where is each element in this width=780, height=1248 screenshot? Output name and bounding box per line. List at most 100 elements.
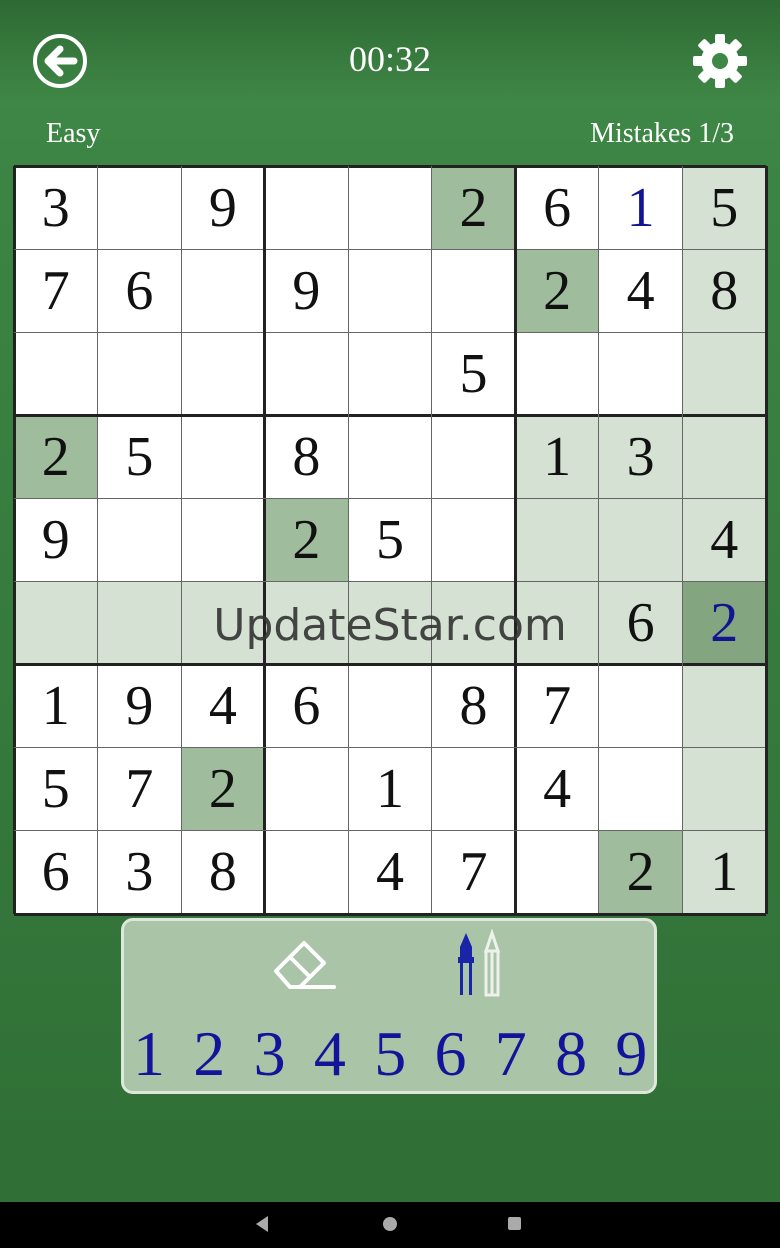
number-button-7[interactable]: 7 [481, 1017, 541, 1091]
cell-r8-c1[interactable]: 5 [14, 748, 98, 831]
cell-r7-c7[interactable]: 7 [515, 665, 599, 748]
cell-r2-c4[interactable]: 9 [265, 249, 349, 332]
mistakes-counter: Mistakes 1/3 [590, 118, 734, 149]
number-button-6[interactable]: 6 [421, 1017, 481, 1091]
cell-r3-c5[interactable] [348, 332, 432, 415]
cell-r9-c1[interactable]: 6 [14, 831, 98, 914]
cell-r9-c7[interactable] [515, 831, 599, 914]
grid-line-vertical [347, 166, 349, 914]
nav-recents-icon[interactable] [508, 1217, 521, 1230]
cell-r9-c4[interactable] [265, 831, 349, 914]
cell-r1-c6[interactable]: 2 [431, 166, 516, 250]
cell-r4-c4[interactable]: 8 [265, 415, 349, 498]
cell-r4-c9[interactable] [682, 415, 766, 499]
cell-r6-c5[interactable] [348, 581, 432, 665]
cell-r2-c5[interactable] [348, 249, 432, 332]
pen-mode-button[interactable] [452, 928, 512, 999]
cell-r8-c2[interactable]: 7 [98, 748, 182, 831]
cell-r5-c1[interactable]: 9 [14, 498, 98, 581]
cell-r6-c3[interactable] [181, 581, 265, 665]
cell-r5-c2[interactable] [98, 498, 182, 581]
cell-r5-c4[interactable]: 2 [264, 498, 349, 582]
cell-r6-c8[interactable]: 6 [598, 581, 683, 665]
cell-r1-c1[interactable]: 3 [14, 166, 98, 249]
cell-r1-c7[interactable]: 6 [515, 166, 599, 249]
cell-r9-c8[interactable]: 2 [598, 830, 683, 914]
cell-r3-c8[interactable] [599, 332, 683, 415]
cell-r4-c2[interactable]: 5 [98, 415, 182, 498]
cell-r6-c4[interactable] [264, 581, 349, 665]
cell-r1-c9[interactable]: 5 [682, 166, 766, 250]
cell-r8-c3[interactable]: 2 [181, 747, 265, 831]
cell-r8-c7[interactable]: 4 [515, 748, 599, 831]
cell-r3-c2[interactable] [98, 332, 182, 415]
cell-r4-c3[interactable] [181, 415, 265, 498]
cell-r2-c2[interactable]: 6 [98, 249, 182, 332]
cell-r9-c3[interactable]: 8 [181, 831, 265, 914]
cell-r2-c6[interactable] [432, 249, 516, 332]
cell-r1-c3[interactable]: 9 [181, 166, 265, 249]
number-button-5[interactable]: 5 [360, 1017, 420, 1091]
cell-r4-c5[interactable] [348, 415, 432, 498]
nav-home-icon[interactable] [383, 1217, 397, 1231]
cell-r5-c6[interactable] [432, 498, 516, 581]
cell-r2-c9[interactable]: 8 [682, 249, 766, 333]
cell-r9-c5[interactable]: 4 [348, 831, 432, 914]
cell-r6-c9[interactable]: 2 [682, 581, 766, 665]
cell-r9-c9[interactable]: 1 [682, 830, 766, 914]
cell-r1-c5[interactable] [348, 166, 432, 249]
cell-r6-c2[interactable] [97, 581, 182, 665]
cell-r5-c8[interactable] [598, 498, 683, 582]
cell-r1-c8[interactable]: 1 [599, 166, 683, 249]
cell-r7-c9[interactable] [682, 664, 766, 748]
cell-r5-c5[interactable]: 5 [348, 498, 432, 581]
cell-r2-c1[interactable]: 7 [14, 249, 98, 332]
cell-r4-c1[interactable]: 2 [14, 415, 98, 499]
cell-r4-c6[interactable] [432, 415, 516, 498]
grid-line-horizontal [14, 497, 766, 499]
cell-r2-c8[interactable]: 4 [599, 249, 683, 332]
cell-r7-c1[interactable]: 1 [14, 665, 98, 748]
cell-r3-c3[interactable] [181, 332, 265, 415]
cell-r7-c3[interactable]: 4 [181, 665, 265, 748]
cell-r3-c4[interactable] [265, 332, 349, 415]
cell-r3-c6[interactable]: 5 [432, 332, 516, 415]
number-button-2[interactable]: 2 [179, 1017, 239, 1091]
cell-r9-c2[interactable]: 3 [98, 831, 182, 914]
cell-r5-c7[interactable] [515, 498, 599, 582]
number-button-8[interactable]: 8 [541, 1017, 601, 1091]
cell-r8-c6[interactable] [432, 748, 516, 831]
cell-r8-c5[interactable]: 1 [348, 748, 432, 831]
cell-r1-c4[interactable] [265, 166, 349, 249]
eraser-button[interactable] [270, 931, 340, 995]
cell-r5-c9[interactable]: 4 [682, 498, 766, 582]
cell-r4-c7[interactable]: 1 [515, 415, 599, 499]
cell-r6-c6[interactable] [431, 581, 516, 665]
cell-r6-c7[interactable] [515, 581, 599, 665]
cell-r7-c5[interactable] [348, 665, 432, 748]
cell-r3-c9[interactable] [682, 332, 766, 416]
cell-r1-c2[interactable] [98, 166, 182, 249]
number-button-4[interactable]: 4 [300, 1017, 360, 1091]
cell-r3-c7[interactable] [515, 332, 599, 415]
cell-r8-c9[interactable] [682, 747, 766, 831]
number-button-3[interactable]: 3 [240, 1017, 300, 1091]
cell-r9-c6[interactable]: 7 [432, 831, 516, 914]
nav-back-icon[interactable] [256, 1216, 268, 1232]
cell-r2-c3[interactable] [181, 249, 265, 332]
number-button-9[interactable]: 9 [601, 1017, 661, 1091]
cell-r5-c3[interactable] [181, 498, 265, 581]
top-bar: 00:32 Easy Mistakes 1/3 [0, 0, 780, 166]
cell-r7-c6[interactable]: 8 [432, 665, 516, 748]
number-button-1[interactable]: 1 [119, 1017, 179, 1091]
cell-r7-c8[interactable] [599, 665, 683, 748]
cell-r4-c8[interactable]: 3 [598, 415, 683, 499]
cell-r7-c2[interactable]: 9 [98, 665, 182, 748]
cell-r8-c4[interactable] [265, 748, 349, 831]
cell-r8-c8[interactable] [599, 748, 683, 831]
cell-r6-c1[interactable] [14, 581, 98, 665]
cell-r3-c1[interactable] [14, 332, 98, 415]
cell-r7-c4[interactable]: 6 [265, 665, 349, 748]
cell-r2-c7[interactable]: 2 [515, 249, 599, 333]
settings-button[interactable] [690, 31, 750, 91]
